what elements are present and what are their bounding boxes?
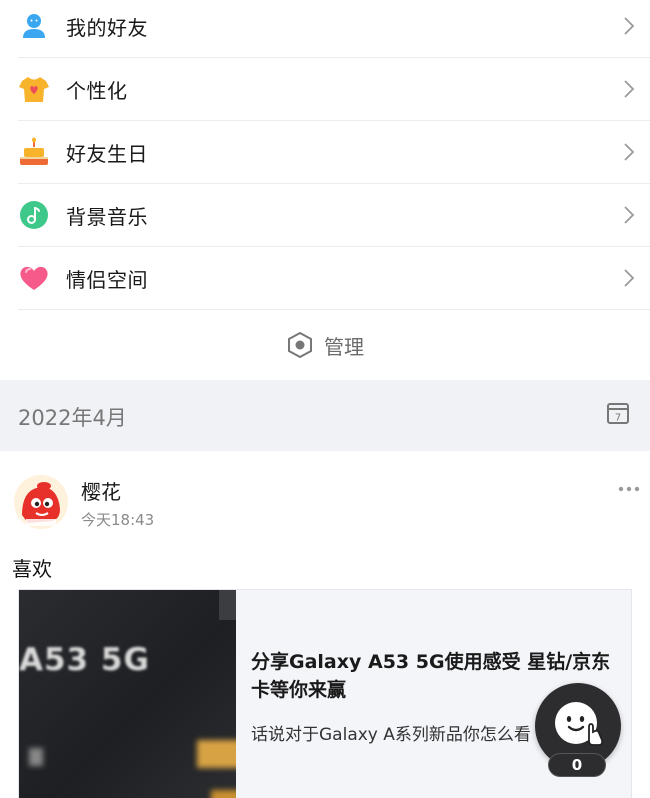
menu-item-label: 情侣空间 [66, 267, 148, 292]
calendar-icon[interactable]: 7 [606, 401, 630, 425]
more-icon[interactable] [618, 485, 640, 493]
post-text: 喜欢 [12, 557, 52, 581]
avatar[interactable] [14, 475, 68, 529]
post-author[interactable]: 樱花 [81, 476, 121, 505]
thumbnail-text: A53 5G [19, 642, 150, 678]
hexagon-icon [288, 331, 312, 359]
calendar-day: 7 [615, 413, 621, 424]
menu-item-friend-birthday[interactable]: 好友生日 [18, 121, 650, 184]
menu-item-background-music[interactable]: 背景音乐 [18, 184, 650, 247]
friend-icon [18, 10, 50, 42]
date-label: 2022年4月 [18, 406, 127, 430]
chevron-right-icon [624, 269, 635, 287]
shared-link-description: 话说对于Galaxy A系列新品你怎么看 [251, 725, 531, 745]
menu-item-label: 背景音乐 [66, 204, 148, 229]
chevron-right-icon [624, 206, 635, 224]
chevron-right-icon [624, 143, 635, 161]
menu-item-personalize[interactable]: 个性化 [18, 58, 650, 121]
heart-icon [18, 262, 50, 294]
menu-item-couple-space[interactable]: 情侣空间 [18, 247, 650, 310]
menu-item-my-friends[interactable]: 我的好友 [18, 0, 650, 58]
tshirt-icon [18, 73, 50, 105]
date-header: 2022年4月 7 [0, 380, 650, 451]
menu-item-label: 个性化 [66, 78, 128, 103]
manage-button[interactable]: 管理 [0, 311, 650, 379]
music-icon [18, 199, 50, 231]
shared-link-thumbnail: A53 5G [19, 590, 236, 798]
cake-icon [18, 136, 50, 168]
manage-label: 管理 [324, 334, 364, 359]
post-timestamp: 今天18:43 [81, 511, 155, 529]
chevron-right-icon [624, 17, 635, 35]
fab-count-badge: 0 [548, 753, 606, 777]
menu-item-label: 我的好友 [66, 15, 148, 40]
menu-item-label: 好友生日 [66, 141, 148, 166]
chevron-right-icon [624, 80, 635, 98]
